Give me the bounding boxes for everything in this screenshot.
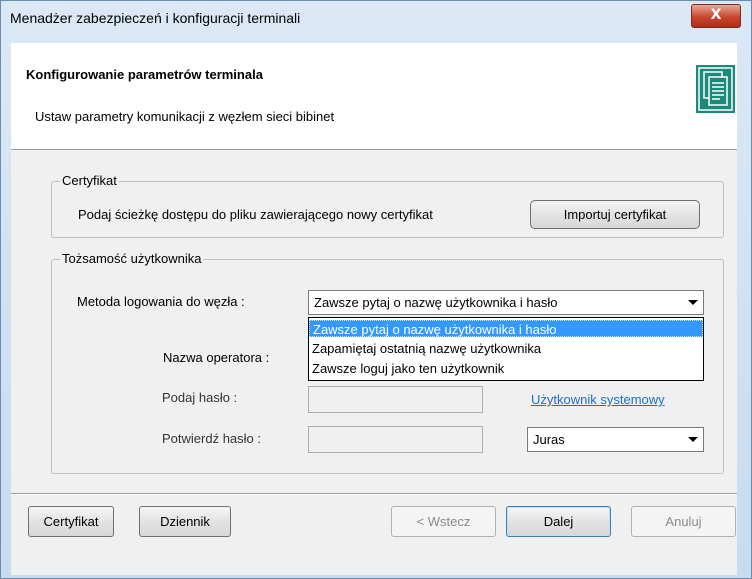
dropdown-option-always-ask[interactable]: Zawsze pytaj o nazwę użytkownika i hasło — [309, 320, 703, 337]
dropdown-option-always-login-as[interactable]: Zawsze loguj jako ten użytkownik — [309, 360, 703, 377]
next-button[interactable]: Dalej — [506, 506, 611, 537]
certificate-button[interactable]: Certyfikat — [28, 506, 114, 537]
system-user-select[interactable]: Juras — [527, 427, 704, 452]
certificate-group: Certyfikat Podaj ścieżkę dostępu do plik… — [51, 173, 724, 238]
document-certificate-icon — [696, 65, 735, 113]
certificate-group-legend: Certyfikat — [60, 173, 119, 188]
confirm-password-label: Potwierdź hasło : — [162, 431, 261, 446]
login-method-select[interactable]: Zawsze pytaj o nazwę użytkownika i hasło — [308, 290, 704, 315]
cancel-button[interactable]: Anuluj — [631, 506, 736, 537]
system-user-link[interactable]: Użytkownik systemowy — [531, 392, 665, 407]
password-label: Podaj hasło : — [162, 390, 238, 405]
back-button[interactable]: < Wstecz — [391, 506, 496, 537]
password-field[interactable] — [308, 386, 483, 413]
wizard-header: Konfigurowanie parametrów terminala Usta… — [11, 43, 737, 150]
login-method-label: Metoda logowania do węzła : — [77, 294, 245, 309]
operator-name-label: Nazwa operatora : — [163, 350, 270, 365]
page-title: Konfigurowanie parametrów terminala — [26, 67, 263, 82]
close-button[interactable]: X — [691, 4, 741, 28]
dropdown-option-remember-last[interactable]: Zapamiętaj ostatnią nazwę użytkownika — [309, 340, 703, 357]
title-bar[interactable]: Menadżer zabezpieczeń i konfiguracji ter… — [1, 1, 751, 37]
system-user-value: Juras — [533, 432, 565, 447]
import-certificate-button[interactable]: Importuj certyfikat — [530, 200, 700, 229]
window-title: Menadżer zabezpieczeń i konfiguracji ter… — [10, 10, 301, 26]
user-identity-group-legend: Tożsamość użytkownika — [60, 251, 204, 266]
dialog-client-area: Konfigurowanie parametrów terminala Usta… — [11, 43, 737, 575]
login-method-dropdown-list: Zawsze pytaj o nazwę użytkownika i hasło… — [308, 317, 704, 381]
certificate-description: Podaj ścieżkę dostępu do pliku zawierają… — [78, 207, 433, 222]
page-subtitle: Ustaw parametry komunikacji z węzłem sie… — [35, 109, 335, 124]
dialog-window: Menadżer zabezpieczeń i konfiguracji ter… — [0, 0, 752, 579]
chevron-down-icon[interactable] — [684, 430, 701, 448]
log-button[interactable]: Dziennik — [139, 506, 231, 537]
confirm-password-field[interactable] — [308, 426, 483, 453]
login-method-selected-value: Zawsze pytaj o nazwę użytkownika i hasło — [314, 295, 558, 310]
footer-divider-highlight — [11, 494, 737, 495]
chevron-down-icon[interactable] — [684, 293, 701, 311]
